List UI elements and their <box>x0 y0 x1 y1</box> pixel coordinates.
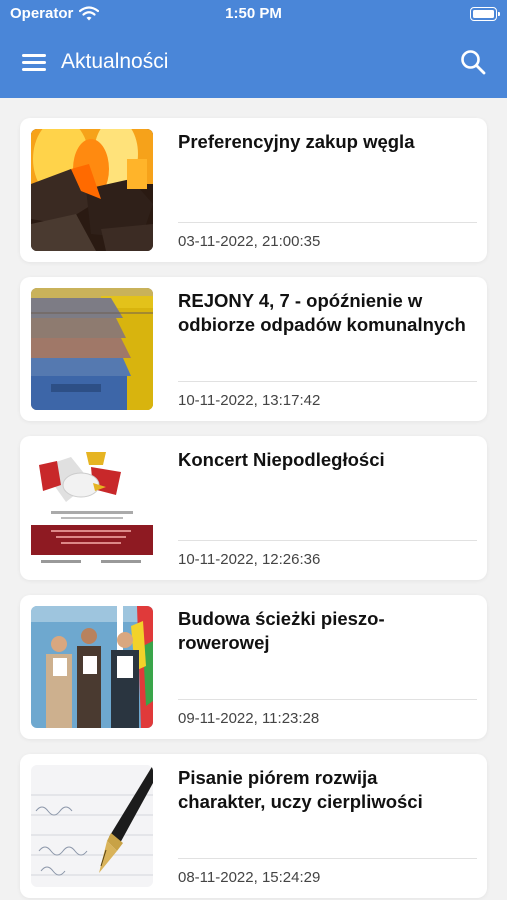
nav-bar: Aktualności <box>0 42 507 82</box>
app-header: Operator 1:50 PM Aktualności <box>0 0 507 98</box>
news-thumbnail-fountain-pen <box>31 765 153 887</box>
news-title: Pisanie piórem rozwija charakter, uczy c… <box>178 767 423 812</box>
news-date: 09-11-2022, 11:23:28 <box>178 710 320 727</box>
divider <box>178 540 477 541</box>
page-title: Aktualności <box>61 50 169 73</box>
news-card[interactable]: Koncert Niepodległości 10-11-2022, 12:26… <box>20 436 487 580</box>
news-date: 10-11-2022, 13:17:42 <box>178 392 321 409</box>
news-thumbnail-burning-coal <box>31 129 153 251</box>
news-title: Koncert Niepodległości <box>178 449 385 470</box>
news-thumbnail-people-with-documents <box>31 606 153 728</box>
news-thumbnail-concert-poster <box>31 447 153 569</box>
news-date: 03-11-2022, 21:00:35 <box>178 233 321 250</box>
news-title: Budowa ścieżki pieszo-rowerowej <box>178 608 385 653</box>
news-title: REJONY 4, 7 - opóźnienie w odbiorze odpa… <box>178 290 466 335</box>
news-card[interactable]: Budowa ścieżki pieszo-rowerowej 09-11-20… <box>20 595 487 739</box>
news-list: Preferencyjny zakup węgla 03-11-2022, 21… <box>0 98 507 900</box>
divider <box>178 222 477 223</box>
news-date: 10-11-2022, 12:26:36 <box>178 551 321 568</box>
news-card[interactable]: Pisanie piórem rozwija charakter, uczy c… <box>20 754 487 898</box>
divider <box>178 699 477 700</box>
search-icon[interactable] <box>459 48 487 76</box>
news-thumbnail-waste-bins <box>31 288 153 410</box>
status-bar: Operator 1:50 PM <box>0 0 507 30</box>
news-card[interactable]: REJONY 4, 7 - opóźnienie w odbiorze odpa… <box>20 277 487 421</box>
divider <box>178 858 477 859</box>
divider <box>178 381 477 382</box>
news-title: Preferencyjny zakup węgla <box>178 131 415 152</box>
news-card[interactable]: Preferencyjny zakup węgla 03-11-2022, 21… <box>20 118 487 262</box>
battery-icon <box>470 7 500 21</box>
news-date: 08-11-2022, 15:24:29 <box>178 869 321 886</box>
status-time: 1:50 PM <box>225 5 282 22</box>
hamburger-menu-icon[interactable] <box>22 52 46 72</box>
